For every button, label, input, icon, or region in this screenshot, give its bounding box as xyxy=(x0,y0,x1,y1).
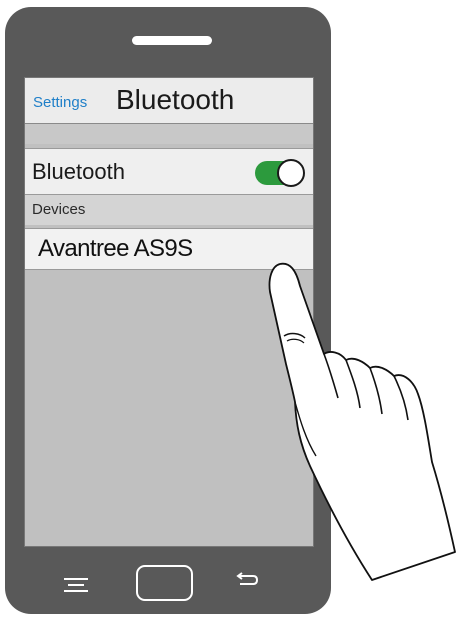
back-icon[interactable] xyxy=(236,570,260,586)
menu-icon[interactable] xyxy=(64,577,88,593)
device-item[interactable]: Avantree AS9S xyxy=(25,228,313,270)
devices-section-header: Devices xyxy=(25,195,313,225)
navigation-bar xyxy=(24,548,312,608)
screen: Settings Bluetooth Bluetooth Devices Ava… xyxy=(24,77,314,547)
bluetooth-label: Bluetooth xyxy=(32,159,125,184)
settings-back-link[interactable]: Settings xyxy=(33,94,87,111)
bluetooth-toggle-row[interactable]: Bluetooth xyxy=(25,148,313,195)
bluetooth-toggle[interactable] xyxy=(255,159,305,187)
title-bar: Settings Bluetooth xyxy=(25,78,313,124)
home-button[interactable] xyxy=(136,565,193,601)
speaker-grille xyxy=(132,36,212,45)
spacer xyxy=(25,124,313,144)
device-name: Avantree AS9S xyxy=(38,235,193,262)
toggle-knob xyxy=(277,159,305,187)
devices-section-label: Devices xyxy=(32,201,86,218)
page-title: Bluetooth xyxy=(116,84,235,115)
